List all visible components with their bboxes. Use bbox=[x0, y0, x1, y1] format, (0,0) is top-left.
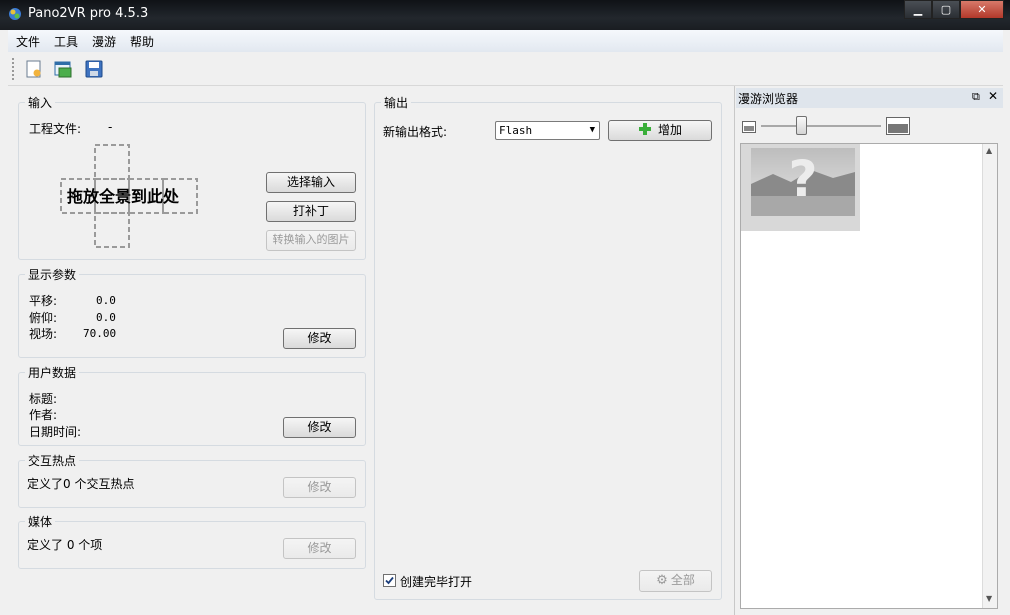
pan-value: 0.0 bbox=[96, 294, 116, 307]
format-label: 新输出格式: bbox=[383, 125, 448, 139]
thumbnail-size-slider-handle[interactable] bbox=[796, 116, 807, 135]
media-modify-button[interactable]: 修改 bbox=[283, 538, 356, 559]
media-title: 媒体 bbox=[25, 513, 56, 530]
scroll-down-icon[interactable]: ▼ bbox=[986, 594, 992, 603]
window-controls: ▁ ▢ ✕ bbox=[904, 0, 1004, 20]
toolbar bbox=[8, 52, 1003, 86]
select-input-button[interactable]: 选择输入 bbox=[266, 172, 356, 193]
question-mark-thumbnail-icon: ? bbox=[751, 148, 855, 216]
minimize-button[interactable]: ▁ bbox=[904, 0, 932, 19]
drop-text: 拖放全景到此处 bbox=[67, 187, 180, 206]
add-output-label: 增加 bbox=[657, 123, 682, 137]
large-thumbnail-icon bbox=[886, 117, 910, 135]
tour-list-scrollbar[interactable]: ▲ ▼ bbox=[982, 144, 997, 608]
menu-bar: 文件 工具 漫游 帮助 bbox=[8, 30, 1003, 52]
tilt-label: 俯仰: bbox=[29, 311, 58, 325]
tour-browser-title: 漫游浏览器 bbox=[738, 92, 799, 106]
drop-zone[interactable]: 拖放全景到此处 bbox=[60, 143, 200, 249]
user-data-modify-button[interactable]: 修改 bbox=[283, 417, 356, 438]
patch-button[interactable]: 打补丁 bbox=[266, 201, 356, 222]
svg-text:?: ? bbox=[788, 150, 817, 208]
convert-input-button[interactable]: 转换输入的图片 bbox=[266, 230, 356, 251]
menu-help[interactable]: 帮助 bbox=[130, 33, 154, 50]
title-label: 标题: bbox=[29, 392, 58, 406]
format-select-value: Flash bbox=[499, 124, 533, 137]
output-title: 输出 bbox=[381, 94, 412, 111]
menu-tour[interactable]: 漫游 bbox=[92, 33, 116, 50]
node-thumbnail[interactable]: ? bbox=[741, 144, 860, 231]
open-project-icon[interactable] bbox=[53, 59, 73, 79]
app-icon bbox=[9, 8, 21, 20]
save-icon[interactable] bbox=[84, 59, 104, 79]
add-output-button[interactable]: 增加 bbox=[608, 120, 712, 141]
plus-icon bbox=[638, 123, 651, 135]
build-all-label: 全部 bbox=[670, 573, 695, 587]
hotspots-modify-button[interactable]: 修改 bbox=[283, 477, 356, 498]
dropdown-arrow-icon: ▼ bbox=[589, 125, 595, 135]
title-bar: Pano2VR pro 4.5.3 ▁ ▢ ✕ bbox=[0, 0, 1010, 30]
float-panel-icon[interactable]: ⧉ bbox=[972, 90, 980, 104]
project-file-value: - bbox=[108, 120, 113, 134]
menu-file[interactable]: 文件 bbox=[16, 33, 40, 50]
tour-browser-titlebar: 漫游浏览器 ⧉ ✕ bbox=[736, 88, 1003, 108]
pan-label: 平移: bbox=[29, 294, 58, 308]
project-file-label: 工程文件: bbox=[29, 122, 82, 136]
display-params-title: 显示参数 bbox=[25, 266, 80, 283]
input-group-title: 输入 bbox=[25, 94, 56, 111]
format-select[interactable]: Flash ▼ bbox=[495, 121, 600, 140]
fov-label: 视场: bbox=[29, 327, 58, 341]
toolbar-grip bbox=[12, 58, 15, 80]
hotspots-text: 定义了0 个交互热点 bbox=[27, 477, 135, 491]
window-title: Pano2VR pro 4.5.3 bbox=[28, 6, 149, 21]
fov-value: 70.00 bbox=[83, 327, 117, 340]
close-panel-icon[interactable]: ✕ bbox=[988, 89, 998, 103]
menu-tools[interactable]: 工具 bbox=[54, 33, 78, 50]
new-project-icon[interactable] bbox=[24, 59, 44, 79]
output-group bbox=[374, 102, 722, 600]
build-all-button[interactable]: ⚙ 全部 bbox=[639, 570, 712, 592]
display-modify-button[interactable]: 修改 bbox=[283, 328, 356, 349]
checkmark-icon bbox=[385, 576, 394, 585]
author-label: 作者: bbox=[29, 408, 58, 422]
maximize-button[interactable]: ▢ bbox=[932, 0, 960, 19]
datetime-label: 日期时间: bbox=[29, 425, 82, 439]
user-data-title: 用户数据 bbox=[25, 364, 80, 381]
close-button[interactable]: ✕ bbox=[960, 0, 1004, 19]
scroll-up-icon[interactable]: ▲ bbox=[986, 146, 992, 155]
open-after-checkbox[interactable] bbox=[383, 574, 396, 587]
tilt-value: 0.0 bbox=[96, 311, 116, 324]
thumbnail-size-slider-track[interactable] bbox=[761, 125, 881, 127]
hotspots-title: 交互热点 bbox=[25, 452, 80, 469]
small-thumbnail-icon bbox=[742, 121, 756, 133]
gears-icon: ⚙ bbox=[656, 573, 668, 588]
open-after-label: 创建完毕打开 bbox=[400, 575, 473, 589]
media-text: 定义了 0 个项 bbox=[27, 538, 103, 552]
